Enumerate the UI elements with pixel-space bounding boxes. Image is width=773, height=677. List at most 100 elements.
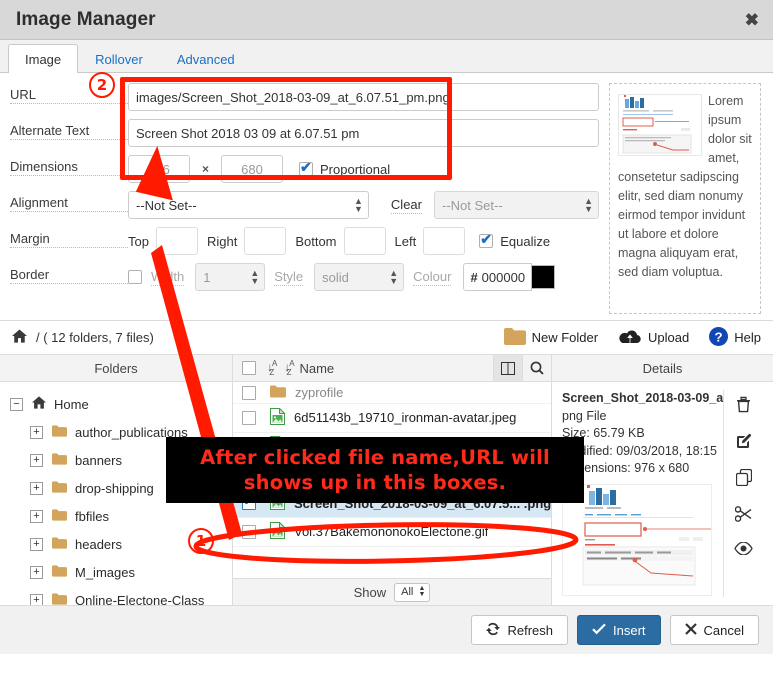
search-icon[interactable] [522,355,551,381]
sort-descending-icon[interactable]: ↓AZ [284,359,290,376]
collapse-icon[interactable]: − [10,398,23,411]
delete-file-action[interactable] [736,396,751,416]
tree-node-home[interactable]: − Home [4,390,232,418]
clear-select[interactable]: --Not Set-- [434,191,599,219]
height-input[interactable] [221,155,283,183]
tree-node-label: Home [54,397,89,412]
equalize-label: Equalize [500,234,550,249]
folder-tree: − Home + author_publications + banners +… [0,382,232,605]
folder-icon [52,425,67,440]
page-title: Image Manager [16,9,156,31]
tree-node-banners[interactable]: + banners [4,446,232,474]
border-enable-checkbox[interactable] [128,270,142,284]
url-label: URL [10,87,128,104]
list-item[interactable]: Screen_Shot_2018-03-09_at_5.48.36... .pn… [233,461,551,490]
margin-left-input[interactable] [423,227,465,255]
details-file-size: Size: 65.79 KB [562,425,723,443]
folder-icon [52,509,67,524]
details-header: Details [552,355,773,382]
cancel-button[interactable]: Cancel [670,615,759,645]
new-folder-button[interactable]: New Folder [504,328,598,348]
tree-node-drop-shipping[interactable]: + drop-shipping [4,474,232,502]
sort-ascending-icon[interactable]: ↓AZ [267,359,273,376]
alt-text-row: Alternate Text [10,119,599,147]
row-checkbox[interactable] [242,525,256,539]
margin-top-input[interactable] [156,227,198,255]
tree-node-headers[interactable]: + headers [4,530,232,558]
alignment-row: Alignment --Not Set-- ▲▼ Clear --Not Set… [10,191,599,219]
cut-file-action[interactable] [735,506,752,525]
margin-bottom-input[interactable] [344,227,386,255]
insert-button[interactable]: Insert [577,615,661,645]
dimensions-label: Dimensions [10,159,128,176]
path-actions: New Folder Upload ? Help [504,327,761,349]
expand-icon[interactable]: + [30,538,43,551]
row-checkbox[interactable] [242,439,256,453]
border-colour-field[interactable]: # 000000 [463,263,532,291]
expand-icon[interactable]: + [30,454,43,467]
list-item[interactable]: zyprofile [233,382,551,404]
close-icon [685,623,697,638]
list-item[interactable]: fb.png [233,433,551,462]
list-item-selected[interactable]: Screen_Shot_2018-03-09_at_6.07.5... .png [233,490,551,519]
select-all-checkbox[interactable] [242,361,256,375]
alignment-label: Alignment [10,195,128,212]
refresh-button[interactable]: Refresh [471,615,568,645]
tab-image[interactable]: Image [8,44,78,73]
tree-node-m-images[interactable]: + M_images [4,558,232,586]
row-checkbox[interactable] [242,468,256,482]
tree-node-label: fbfiles [75,509,109,524]
home-icon[interactable] [12,329,27,346]
preview-file-action[interactable] [734,542,753,558]
width-input[interactable] [128,155,190,183]
image-file-icon [270,408,285,428]
border-width-select[interactable]: 1 [195,263,265,291]
equalize-checkbox[interactable] [479,234,493,248]
upload-label: Upload [648,330,689,345]
name-column-header[interactable]: Name [299,361,334,376]
expand-icon[interactable]: + [30,482,43,495]
tree-node-author-publications[interactable]: + author_publications [4,418,232,446]
tab-rollover[interactable]: Rollover [78,44,160,73]
row-checkbox[interactable] [242,386,256,400]
help-button[interactable]: ? Help [709,327,761,349]
proportional-checkbox[interactable] [299,162,313,176]
expand-icon[interactable]: + [30,566,43,579]
show-select[interactable]: All ▲▼ [394,583,430,602]
expand-icon[interactable]: + [30,594,43,606]
border-style-select[interactable]: solid [314,263,404,291]
tree-node-label: drop-shipping [75,481,154,496]
list-item[interactable]: Vol.37BakemononokoElectone.gif [233,518,551,547]
url-input[interactable] [128,83,599,111]
file-list: zyprofile 6d51143b_19710_ironman-avatar.… [233,382,551,578]
upload-button[interactable]: Upload [618,328,689,348]
tree-node-label: headers [75,537,122,552]
columns-view-icon[interactable] [493,355,522,381]
new-folder-label: New Folder [532,330,598,345]
close-icon[interactable]: ✖ [745,11,759,28]
tree-node-fbfiles[interactable]: + fbfiles [4,502,232,530]
file-name: zyprofile [295,385,343,400]
margin-right-input[interactable] [244,227,286,255]
window-titlebar: Image Manager ✖ [0,0,773,40]
details-actions [723,390,763,597]
row-checkbox[interactable] [242,496,256,510]
insert-label: Insert [613,623,646,638]
file-name: Vol.37BakemononokoElectone.gif [294,524,488,539]
row-checkbox[interactable] [242,411,256,425]
list-item[interactable]: 6d51143b_19710_ironman-avatar.jpeg [233,404,551,433]
folder-icon [52,537,67,552]
expand-icon[interactable]: + [30,510,43,523]
tree-node-online-electone-class[interactable]: + Online-Electone-Class [4,586,232,605]
edit-file-action[interactable] [736,433,752,452]
colour-swatch[interactable] [531,265,555,289]
alt-text-input[interactable] [128,119,599,147]
folder-icon [270,385,286,401]
expand-icon[interactable]: + [30,426,43,439]
copy-file-action[interactable] [736,469,752,489]
files-header-tools [493,355,551,381]
margin-bottom-label: Bottom [295,234,336,249]
alignment-select[interactable]: --Not Set-- [128,191,369,219]
tab-advanced[interactable]: Advanced [160,44,252,73]
details-column: Details Screen_Shot_2018-03-09_at... png… [552,355,773,605]
